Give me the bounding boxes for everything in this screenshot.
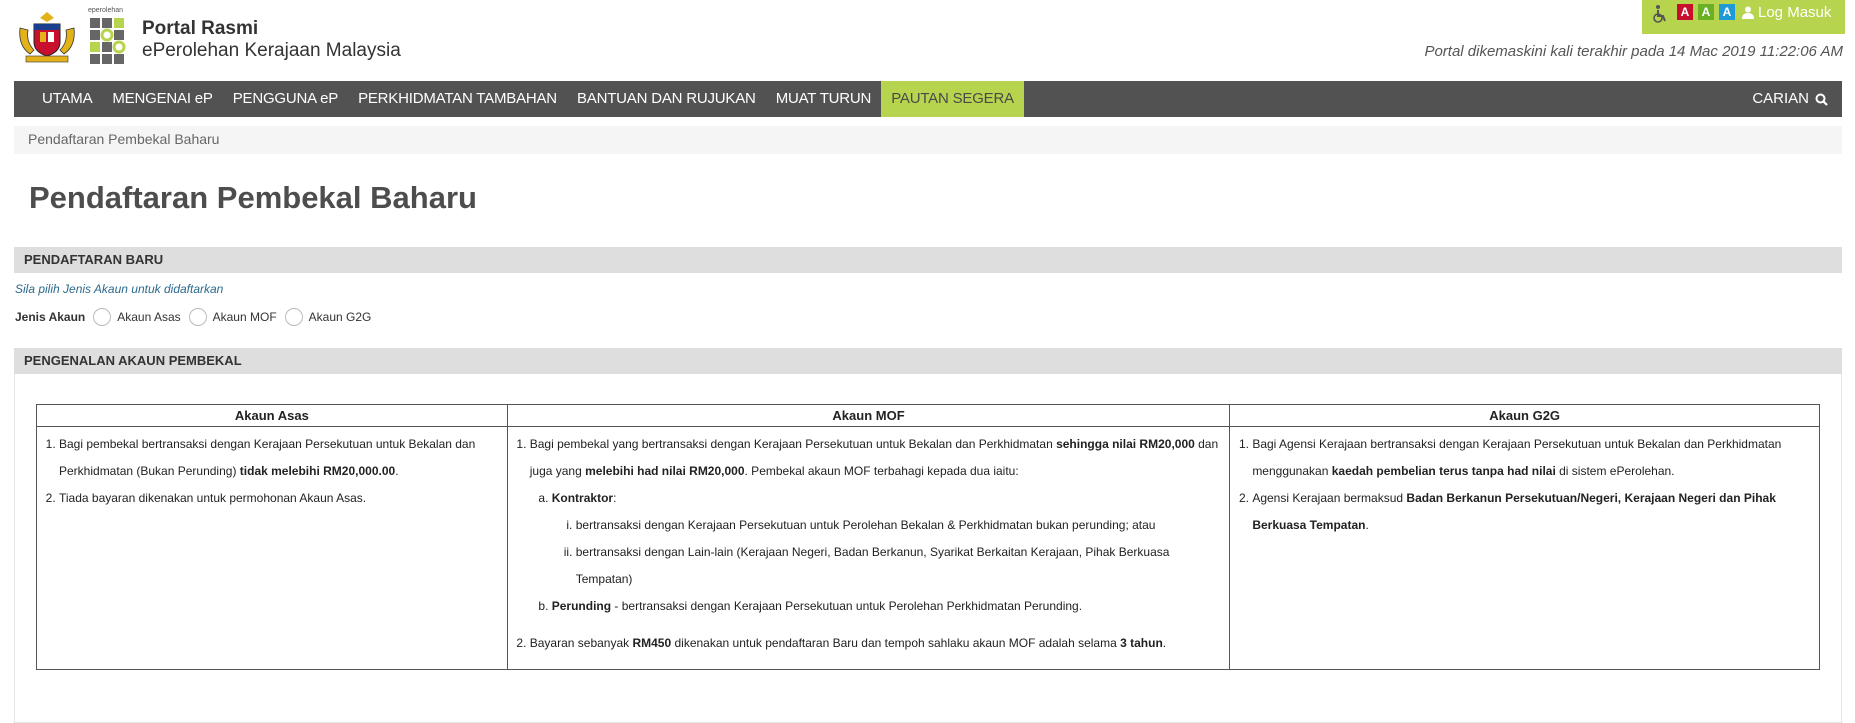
nav-item-perkhidmatan-tambahan[interactable]: PERKHIDMATAN TAMBAHAN <box>348 81 567 117</box>
font-size-medium-button[interactable]: A <box>1698 4 1714 20</box>
table-header-row: Akaun Asas Akaun MOF Akaun G2G <box>36 404 1820 427</box>
radio-akaun-mof[interactable] <box>188 308 207 326</box>
accessibility-toolbar: A A A Log Masuk <box>1642 0 1845 34</box>
search-label: CARIAN <box>1752 90 1809 107</box>
wheelchair-icon[interactable] <box>1650 4 1670 24</box>
eperolehan-logo[interactable] <box>88 6 136 66</box>
intro-panel: Akaun Asas Akaun MOF Akaun G2G Bagi pemb… <box>14 374 1842 723</box>
list-item: Bayaran sebanyak RM450 dikenakan untuk p… <box>530 630 1226 657</box>
radio-label: Akaun Asas <box>117 310 181 324</box>
list-item: bertransaksi dengan Lain-lain (Kerajaan … <box>576 539 1226 593</box>
radio-akaun-asas[interactable] <box>93 308 112 326</box>
list-item: Bagi Agensi Kerajaan bertransaksi dengan… <box>1252 431 1815 485</box>
account-type-label: Jenis Akaun <box>15 310 86 324</box>
login-link[interactable]: Log Masuk <box>1742 4 1831 21</box>
registration-section-header: PENDAFTARAN BARU <box>14 247 1842 273</box>
list-item: Tiada bayaran dikenakan untuk permohonan… <box>59 485 503 512</box>
breadcrumb-item[interactable]: Pendaftaran Pembekal Baharu <box>28 131 219 147</box>
site-header: eperolehan Portal Rasmi ePerolehan Keraj… <box>0 0 1855 80</box>
table-row: Bagi pembekal bertransaksi dengan Keraja… <box>36 426 1820 670</box>
list-item: Bagi pembekal yang bertransaksi dengan K… <box>530 431 1226 620</box>
font-size-large-button[interactable]: A <box>1719 4 1735 20</box>
cell-g2g: Bagi Agensi Kerajaan bertransaksi dengan… <box>1229 426 1820 670</box>
radio-option-akaun-g2g[interactable]: Akaun G2G <box>284 308 372 326</box>
list-item: Perunding - bertransaksi dengan Kerajaan… <box>552 593 1226 620</box>
brand-title: Portal Rasmi <box>142 18 259 39</box>
page-title: Pendaftaran Pembekal Baharu <box>29 180 477 215</box>
cell-mof: Bagi pembekal yang bertransaksi dengan K… <box>506 426 1231 670</box>
list-item: Bagi pembekal bertransaksi dengan Keraja… <box>59 431 503 485</box>
radio-label: Akaun G2G <box>308 310 372 324</box>
radio-akaun-g2g[interactable] <box>284 308 303 326</box>
nav-item-pautan-segera[interactable]: PAUTAN SEGERA <box>881 81 1024 117</box>
brand-subtitle: ePerolehan Kerajaan Malaysia <box>142 40 401 61</box>
account-intro-table: Akaun Asas Akaun MOF Akaun G2G Bagi pemb… <box>36 404 1820 670</box>
list-item: bertransaksi dengan Kerajaan Persekutuan… <box>576 512 1226 539</box>
radio-label: Akaun MOF <box>212 310 277 324</box>
breadcrumb: Pendaftaran Pembekal Baharu <box>14 126 1842 154</box>
account-type-selector: Jenis Akaun Akaun Asas Akaun MOF Akaun G… <box>15 308 379 326</box>
coat-of-arms-logo[interactable] <box>14 8 80 64</box>
radio-option-akaun-asas[interactable]: Akaun Asas <box>93 308 181 326</box>
last-updated-text: Portal dikemaskini kali terakhir pada 14… <box>1424 43 1843 60</box>
registration-hint: Sila pilih Jenis Akaun untuk didaftarkan <box>15 282 224 296</box>
column-header-g2g: Akaun G2G <box>1229 404 1820 427</box>
nav-item-utama[interactable]: UTAMA <box>14 81 102 117</box>
intro-section-header: PENGENALAN AKAUN PEMBEKAL <box>14 348 1842 374</box>
nav-item-muat-turun[interactable]: MUAT TURUN <box>766 81 882 117</box>
nav-item-bantuan-dan-rujukan[interactable]: BANTUAN DAN RUJUKAN <box>567 81 766 117</box>
cell-asas: Bagi pembekal bertransaksi dengan Keraja… <box>36 426 508 670</box>
search-button[interactable]: CARIAN <box>1752 81 1842 117</box>
list-item: Agensi Kerajaan bermaksud Badan Berkanun… <box>1252 485 1815 539</box>
column-header-mof: Akaun MOF <box>506 404 1231 427</box>
font-size-small-button[interactable]: A <box>1677 4 1693 20</box>
search-icon <box>1815 93 1828 106</box>
login-label: Log Masuk <box>1758 4 1832 21</box>
user-icon <box>1742 6 1754 19</box>
nav-item-mengenai-ep[interactable]: MENGENAI eP <box>102 81 222 117</box>
radio-option-akaun-mof[interactable]: Akaun MOF <box>188 308 277 326</box>
nav-item-pengguna-ep[interactable]: PENGGUNA eP <box>223 81 348 117</box>
main-navigation: UTAMA MENGENAI eP PENGGUNA eP PERKHIDMAT… <box>14 81 1842 117</box>
column-header-asas: Akaun Asas <box>36 404 508 427</box>
list-item: Kontraktor: bertransaksi dengan Kerajaan… <box>552 485 1226 593</box>
